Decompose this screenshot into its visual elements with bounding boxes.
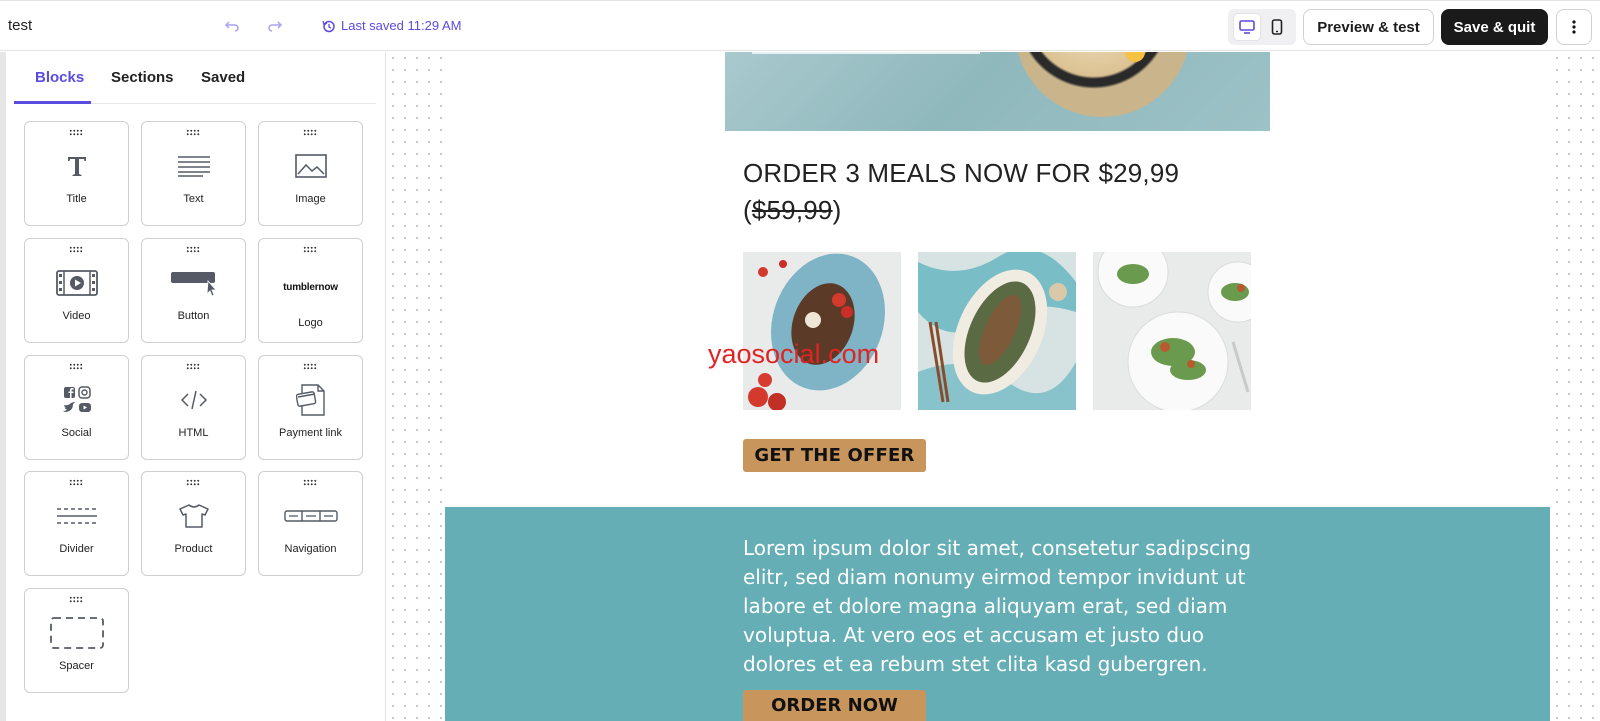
- social-icon: [62, 386, 91, 412]
- drag-handle-icon: [69, 479, 83, 486]
- block-html[interactable]: HTML: [141, 355, 246, 460]
- active-tab-indicator: [14, 101, 91, 104]
- shirt-icon: [178, 504, 209, 528]
- redo-icon: [268, 21, 283, 32]
- mobile-view-button[interactable]: [1264, 14, 1290, 40]
- save-quit-button[interactable]: Save & quit: [1441, 9, 1548, 45]
- block-label: Product: [174, 543, 213, 555]
- offer-headline[interactable]: ORDER 3 MEALS NOW FOR $29,99 ($59,99): [743, 155, 1263, 229]
- block-label: Navigation: [284, 543, 337, 555]
- block-text[interactable]: Text: [141, 121, 246, 226]
- divider-icon: [56, 508, 97, 524]
- block-label: Image: [295, 193, 326, 205]
- block-label: Spacer: [59, 660, 94, 672]
- meal-image-3[interactable]: [1093, 252, 1251, 410]
- block-label: Logo: [298, 317, 323, 329]
- drag-handle-icon: [303, 479, 317, 486]
- block-label: Social: [61, 427, 92, 439]
- block-divider[interactable]: Divider: [24, 471, 129, 576]
- history-icon: [322, 20, 335, 32]
- block-product[interactable]: Product: [141, 471, 246, 576]
- get-offer-button[interactable]: GET THE OFFER: [743, 439, 926, 472]
- tab-blocks[interactable]: Blocks: [35, 69, 84, 86]
- drag-handle-icon: [186, 363, 200, 370]
- headline-main: ORDER 3 MEALS NOW FOR $29,99: [743, 158, 1180, 188]
- tab-sections[interactable]: Sections: [111, 69, 174, 86]
- block-label: Text: [183, 193, 204, 205]
- drag-handle-icon: [69, 596, 83, 603]
- code-icon: [180, 390, 207, 410]
- top-bar: test Last saved 11:29 AM Preview & test …: [0, 0, 1600, 51]
- headline-old-close: ): [832, 195, 842, 225]
- block-spacer[interactable]: Spacer: [24, 588, 129, 693]
- sidebar-tabs: Blocks Sections Saved: [14, 52, 376, 104]
- logo-wordmark: tumblernow: [283, 281, 338, 293]
- undo-button[interactable]: [222, 16, 242, 36]
- block-social[interactable]: Social: [24, 355, 129, 460]
- spacer-icon: [49, 617, 104, 649]
- drag-handle-icon: [303, 246, 317, 253]
- blocks-sidebar: Blocks Sections Saved Title Text Image V…: [0, 52, 386, 721]
- block-logo[interactable]: tumblernow Logo: [258, 238, 363, 343]
- video-icon: [55, 270, 98, 296]
- editor-canvas[interactable]: ORDER 3 MEALS NOW FOR $29,99 ($59,99) GE…: [387, 52, 1600, 721]
- document-title[interactable]: test: [8, 17, 32, 34]
- more-vertical-icon: [1572, 20, 1576, 34]
- drag-handle-icon: [303, 363, 317, 370]
- logo-icon: tumblernow: [259, 267, 362, 307]
- order-now-button[interactable]: ORDER NOW: [743, 690, 926, 721]
- undo-icon: [224, 21, 239, 32]
- teal-section[interactable]: Lorem ipsum dolor sit amet, consetetur s…: [445, 507, 1550, 721]
- meal-image-2[interactable]: [918, 252, 1076, 410]
- drag-handle-icon: [69, 246, 83, 253]
- payment-icon: [295, 384, 325, 416]
- block-label: Button: [177, 310, 210, 322]
- body-paragraph[interactable]: Lorem ipsum dolor sit amet, consetetur s…: [743, 534, 1263, 679]
- desktop-view-button[interactable]: [1234, 14, 1260, 40]
- more-options-button[interactable]: [1556, 9, 1592, 45]
- block-label: Video: [62, 310, 91, 322]
- preview-test-button[interactable]: Preview & test: [1303, 9, 1434, 45]
- block-navigation[interactable]: Navigation: [258, 471, 363, 576]
- block-title[interactable]: Title: [24, 121, 129, 226]
- block-video[interactable]: Video: [24, 238, 129, 343]
- image-icon: [294, 154, 327, 178]
- last-saved-text: Last saved 11:29 AM: [341, 18, 462, 33]
- old-price: $59,99: [751, 195, 833, 225]
- drag-handle-icon: [303, 129, 317, 136]
- watermark-text: yaosocial.com: [708, 339, 880, 369]
- drag-handle-icon: [69, 129, 83, 136]
- navigation-icon: [283, 510, 338, 522]
- meal-image-1[interactable]: [743, 252, 901, 410]
- block-image[interactable]: Image: [258, 121, 363, 226]
- drag-handle-icon: [186, 479, 200, 486]
- tab-saved[interactable]: Saved: [201, 69, 245, 86]
- redo-button[interactable]: [265, 16, 285, 36]
- block-payment-link[interactable]: Payment link: [258, 355, 363, 460]
- last-saved-status[interactable]: Last saved 11:29 AM: [322, 18, 461, 33]
- block-label: Title: [66, 193, 87, 205]
- drag-handle-icon: [69, 363, 83, 370]
- drag-handle-icon: [186, 246, 200, 253]
- mobile-icon: [1271, 19, 1283, 35]
- block-button[interactable]: Button: [141, 238, 246, 343]
- headline-old-open: (: [743, 195, 752, 225]
- text-icon: [177, 156, 210, 177]
- device-toggle: [1228, 9, 1296, 45]
- drag-handle-icon: [186, 129, 200, 136]
- block-label: Divider: [59, 543, 94, 555]
- button-icon: [170, 272, 217, 296]
- email-body: ORDER 3 MEALS NOW FOR $29,99 ($59,99) GE…: [445, 52, 1550, 721]
- title-icon: [67, 157, 86, 176]
- block-label: HTML: [178, 427, 209, 439]
- block-label: Payment link: [279, 427, 342, 439]
- desktop-icon: [1239, 20, 1255, 34]
- hero-image[interactable]: [725, 52, 1270, 131]
